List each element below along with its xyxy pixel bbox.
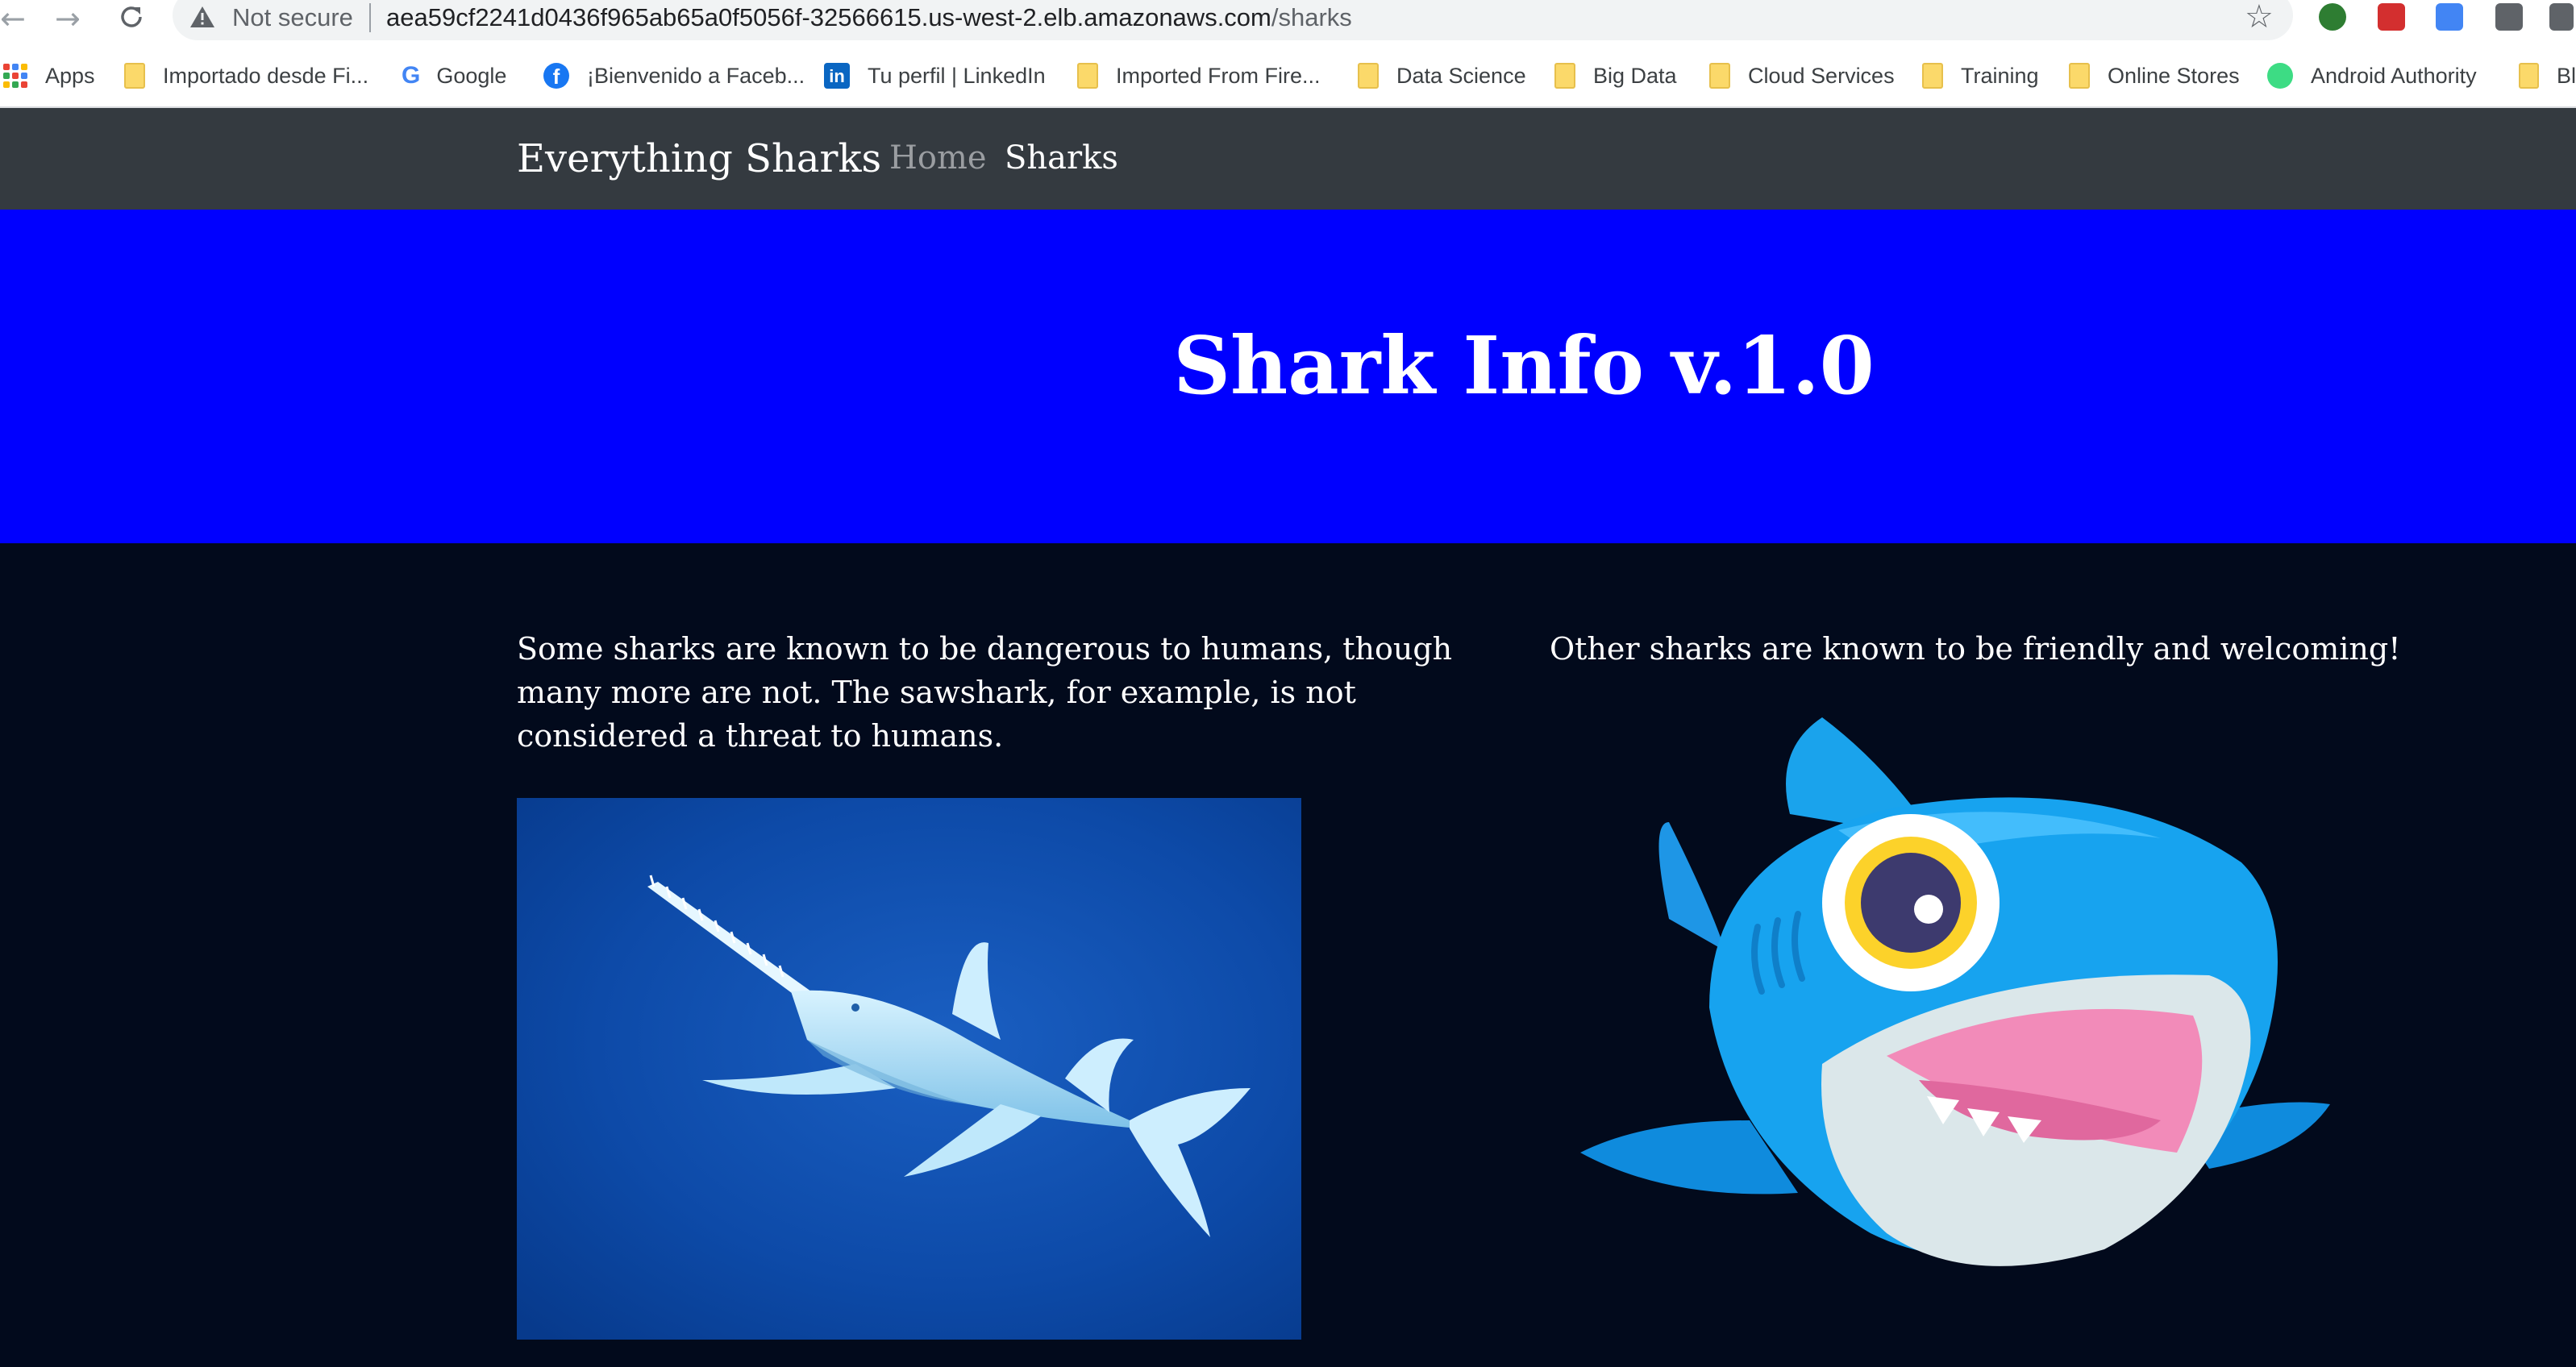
bookmark-big-data[interactable]: Big Data [1554,60,1677,92]
android-icon [2267,63,2293,89]
bookmark-label: Importado desde Fi... [163,63,369,88]
arrow-left-icon[interactable]: ← [0,3,26,34]
extension-more-icon[interactable] [2549,3,2574,31]
google-icon: G [402,62,421,89]
facebook-icon: f [543,63,569,89]
bookmark-cloud-services[interactable]: Cloud Services [1709,60,1895,92]
bookmark-label: Apps [45,63,95,88]
bookmark-label: Big Data [1593,63,1677,88]
site-brand[interactable]: Everything Sharks [517,131,881,187]
extension-keep-icon[interactable] [2495,3,2523,31]
extension-lastpass-icon[interactable] [2378,3,2405,31]
site-navbar [0,108,2576,210]
bookmark-label: ¡Bienvenido a Faceb... [587,63,805,88]
url-host: aea59cf2241d0436f965ab65a0f5056f-3256661… [386,3,1271,31]
arrow-right-icon[interactable]: → [55,3,81,34]
bookmark-label: Bl [2556,63,2576,88]
bookmark-google[interactable]: G Google [402,60,506,92]
cartoon-shark-illustration [1580,717,2330,1266]
bookmark-importado[interactable]: Importado desde Fi... [124,60,368,92]
hero-title: Shark Info v.1.0 [1173,320,1875,413]
friendly-sharks-paragraph: Other sharks are known to be friendly an… [1550,631,2401,667]
extension-translate-icon[interactable] [2436,3,2463,31]
apps-grid-icon [3,64,27,88]
folder-icon [1709,63,1730,89]
url-text[interactable]: aea59cf2241d0436f965ab65a0f5056f-3256661… [386,0,1352,35]
folder-icon [2519,63,2539,89]
extension-globe-icon[interactable] [2319,3,2346,31]
folder-icon [1077,63,1098,89]
folder-icon [1922,63,1943,89]
bookmark-label: Google [436,63,507,88]
bookmark-label: Tu perfil | LinkedIn [868,63,1046,88]
nav-link-sharks[interactable]: Sharks [1005,134,1118,182]
linkedin-icon: in [824,63,850,89]
bookmark-label: Android Authority [2311,63,2477,88]
star-icon[interactable]: ☆ [2245,0,2274,35]
bookmark-data-science[interactable]: Data Science [1358,60,1526,92]
bookmark-label: Imported From Fire... [1116,63,1321,88]
bookmark-truncated[interactable]: Bl [2519,60,2576,92]
url-divider [369,3,371,32]
sawshark-photo [517,798,1301,1340]
reload-icon[interactable] [118,3,145,31]
bookmark-linkedin[interactable]: in Tu perfil | LinkedIn [824,60,1046,92]
bookmark-online-stores[interactable]: Online Stores [2069,60,2240,92]
folder-icon [2069,63,2090,89]
nav-link-home[interactable]: Home [889,134,987,182]
bookmark-label: Online Stores [2108,63,2240,88]
bookmark-label: Cloud Services [1748,63,1895,88]
url-path: /sharks [1271,3,1352,31]
bookmark-label: Data Science [1396,63,1526,88]
bookmark-label: Training [1961,63,2039,88]
security-label[interactable]: Not secure [232,0,353,35]
bookmark-imported-firefox[interactable]: Imported From Fire... [1077,60,1321,92]
warning-icon[interactable] [189,5,216,29]
bookmark-facebook[interactable]: f ¡Bienvenido a Faceb... [543,60,805,92]
folder-icon [1358,63,1379,89]
bookmark-training[interactable]: Training [1922,60,2039,92]
folder-icon [124,63,145,89]
bookmark-android-authority[interactable]: Android Authority [2267,60,2477,92]
folder-icon [1554,63,1575,89]
bookmark-apps[interactable]: Apps [3,60,95,92]
dangerous-sharks-paragraph: Some sharks are known to be dangerous to… [517,631,1453,754]
